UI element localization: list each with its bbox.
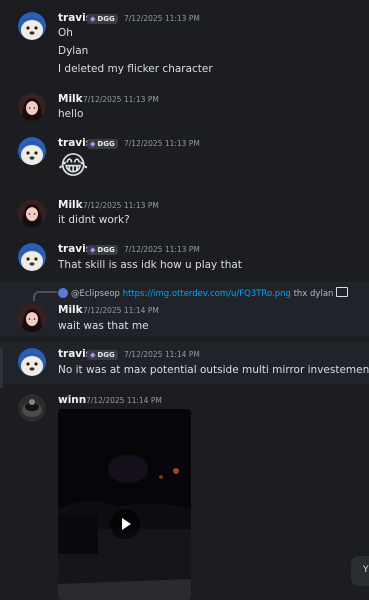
message-1: travis ◆ DGG 7/12/2025 11:13 PM Oh Dylan …	[0, 0, 369, 88]
author-name[interactable]: Milk	[58, 304, 83, 317]
shield-icon: ◆	[90, 140, 96, 148]
reply-avatar	[58, 288, 68, 298]
message-text: Dylan	[58, 45, 89, 57]
floating-button[interactable]: Y	[351, 556, 369, 586]
reply-preview[interactable]: @Eclipseop https://img.otterdev.com/u/FQ…	[58, 287, 349, 300]
laughing-emoji[interactable]: 😂	[58, 151, 88, 181]
message-7: travis ◆ DGG 7/12/2025 11:14 PM No it was…	[0, 342, 369, 384]
timestamp: 7/12/2025 11:14 PM	[124, 350, 200, 359]
server-tag-badge: ◆ DGG	[87, 350, 118, 360]
timestamp: 7/12/2025 11:14 PM	[83, 306, 159, 315]
avatar-milk[interactable]	[18, 304, 46, 332]
video-attachment[interactable]	[58, 409, 191, 600]
reply-link[interactable]: https://img.otterdev.com/u/FQ3TRo.png	[123, 289, 291, 299]
server-tag-badge: ◆ DGG	[87, 245, 118, 255]
server-tag-badge: ◆ DGG	[87, 139, 118, 149]
message-text: wait was that me	[58, 320, 149, 332]
reply-user[interactable]: @Eclipseop	[71, 289, 120, 299]
shield-icon: ◆	[90, 15, 96, 23]
server-tag-badge: ◆ DGG	[87, 14, 118, 24]
timestamp: 7/12/2025 11:13 PM	[124, 245, 200, 254]
reply-connector	[33, 291, 57, 301]
avatar-travis[interactable]	[18, 348, 46, 376]
timestamp: 7/12/2025 11:13 PM	[124, 139, 200, 148]
author-name[interactable]: Milk	[58, 199, 83, 212]
avatar-winn[interactable]	[18, 394, 46, 422]
message-2: Milk 7/12/2025 11:13 PM hello	[0, 88, 369, 130]
avatar-travis[interactable]	[18, 137, 46, 165]
left-edge-marker	[0, 348, 3, 388]
message-text: it didnt work?	[58, 214, 130, 226]
shield-icon: ◆	[90, 246, 96, 254]
message-text: No it was at max potential outside multi…	[58, 364, 369, 376]
author-name[interactable]: winn	[58, 394, 86, 407]
message-6: @Eclipseop https://img.otterdev.com/u/FQ…	[0, 282, 369, 336]
play-button[interactable]	[109, 508, 140, 539]
avatar-milk[interactable]	[18, 199, 46, 227]
author-name[interactable]: Milk	[58, 93, 83, 106]
avatar-travis[interactable]	[18, 243, 46, 271]
message-text: hello	[58, 108, 84, 120]
avatar-milk[interactable]	[18, 93, 46, 121]
timestamp: 7/12/2025 11:13 PM	[124, 14, 200, 23]
timestamp: 7/12/2025 11:13 PM	[83, 95, 159, 104]
message-text: I deleted my flicker character	[58, 63, 213, 75]
message-text: Oh	[58, 27, 73, 39]
message-4: Milk 7/12/2025 11:13 PM it didnt work?	[0, 192, 369, 236]
avatar-travis[interactable]	[18, 12, 46, 40]
message-5: travis ◆ DGG 7/12/2025 11:13 PM That skil…	[0, 236, 369, 282]
timestamp: 7/12/2025 11:14 PM	[86, 396, 162, 405]
message-text: That skill is ass idk how u play that	[58, 259, 242, 271]
reply-text: thx dylan	[293, 289, 334, 299]
image-icon	[336, 287, 349, 297]
timestamp: 7/12/2025 11:13 PM	[83, 201, 159, 210]
message-3: travis ◆ DGG 7/12/2025 11:13 PM 😂	[0, 130, 369, 190]
shield-icon: ◆	[90, 351, 96, 359]
